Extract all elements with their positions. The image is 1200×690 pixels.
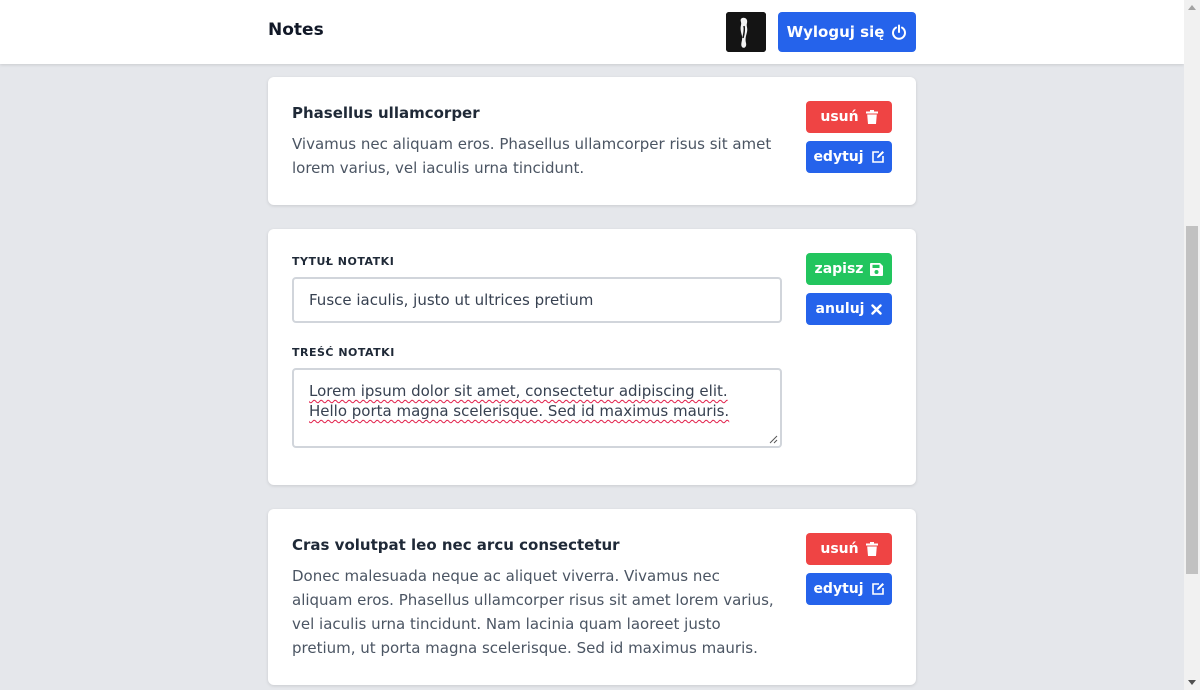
note-card: Phasellus ullamcorper Vivamus nec aliqua… [268, 77, 916, 205]
delete-label: usuń [820, 109, 859, 125]
content-field-label: TREŚĆ NOTATKI [292, 346, 395, 359]
note-title: Phasellus ullamcorper [292, 104, 480, 122]
note-card: Cras volutpat leo nec arcu consectetur D… [268, 509, 916, 685]
logout-label: Wyloguj się [786, 23, 885, 41]
avatar-image [726, 12, 766, 52]
note-content-textarea[interactable]: Lorem ipsum dolor sit amet, consectetur … [292, 368, 782, 448]
note-content-value: Lorem ipsum dolor sit amet, consectetur … [309, 382, 730, 420]
resize-handle[interactable] [769, 435, 778, 444]
save-button[interactable]: zapisz [806, 253, 892, 285]
cancel-label: anuluj [815, 301, 865, 317]
close-icon [871, 303, 883, 315]
cancel-button[interactable]: anuluj [806, 293, 892, 325]
scrollbar-thumb[interactable] [1186, 226, 1198, 574]
note-title-input-value: Fusce iaculis, justo ut ultrices pretium [309, 291, 594, 309]
power-icon [891, 24, 907, 40]
save-icon [870, 262, 884, 276]
note-title: Cras volutpat leo nec arcu consectetur [292, 536, 620, 554]
edit-button[interactable]: edytuj [806, 141, 892, 173]
delete-button[interactable]: usuń [806, 101, 892, 133]
edit-button[interactable]: edytuj [806, 573, 892, 605]
edit-label: edytuj [813, 581, 864, 597]
top-navbar: Notes Wyloguj się [0, 0, 1184, 64]
avatar[interactable] [726, 12, 766, 52]
delete-label: usuń [820, 541, 859, 557]
note-title-input[interactable]: Fusce iaculis, justo ut ultrices pretium [292, 277, 782, 323]
app-title: Notes [268, 20, 324, 40]
scroll-up-arrow[interactable] [1188, 5, 1196, 10]
trash-icon [865, 110, 878, 124]
logout-button[interactable]: Wyloguj się [778, 12, 916, 52]
edit-icon [871, 582, 885, 596]
edit-icon [871, 150, 885, 164]
title-field-label: TYTUŁ NOTATKI [292, 255, 395, 268]
trash-icon [865, 542, 878, 556]
page-scrollbar[interactable] [1184, 0, 1200, 690]
note-body: Donec malesuada neque ac aliquet viverra… [292, 567, 774, 657]
edit-label: edytuj [813, 149, 864, 165]
note-body: Vivamus nec aliquam eros. Phasellus ulla… [292, 135, 772, 177]
delete-button[interactable]: usuń [806, 533, 892, 565]
scroll-down-arrow[interactable] [1188, 680, 1196, 685]
save-label: zapisz [814, 261, 864, 277]
note-edit-card: TYTUŁ NOTATKI Fusce iaculis, justo ut ul… [268, 229, 916, 485]
